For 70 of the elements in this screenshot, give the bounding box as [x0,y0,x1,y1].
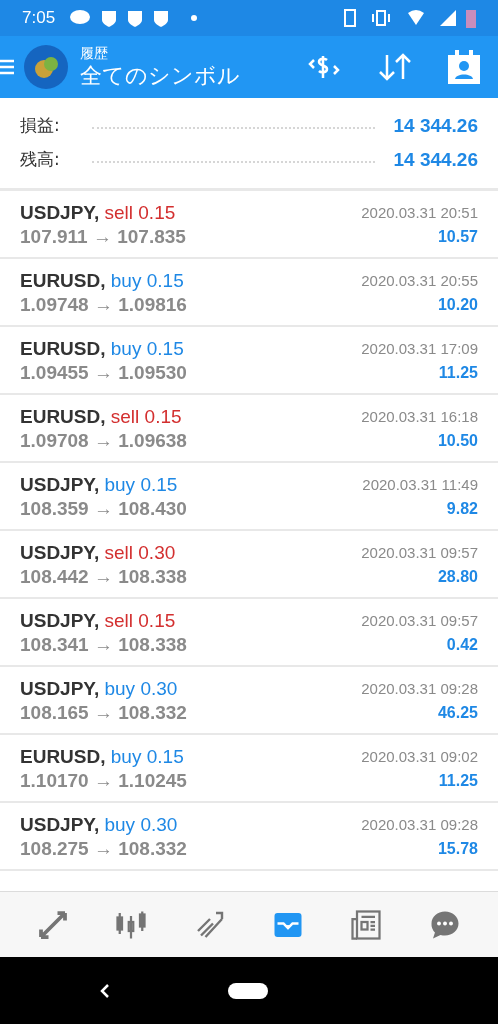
trade-profit: 0.42 [446,635,478,655]
dot-icon [191,15,198,21]
trade-time: 2020.03.31 09:28 [361,679,478,699]
trade-title: USDJPY, buy 0.30 [20,677,179,701]
price-range: 1.10170 → 1.10245 [20,769,187,793]
trade-profit: 10.57 [437,227,478,247]
trade-profit: 9.82 [446,499,478,519]
notification-icon [153,9,170,27]
header-subtitle: 履歴 [80,44,109,62]
trade-profit: 11.25 [438,363,478,383]
price-range: 108.359 → 108.430 [20,497,187,521]
trade-row[interactable]: USDJPY, sell 0.15 107.911 → 107.835 2020.03.31 20:51 10.57 [0,191,498,259]
header-title: 全てのシンボル [80,62,240,90]
trade-row[interactable]: USDJPY, sell 0.30 108.442 → 108.338 2020.03.31 09:57 28.80 [0,531,498,599]
trade-title: EURUSD, sell 0.15 [20,405,183,429]
trade-time: 2020.03.31 09:57 [361,611,478,631]
trade-title: EURUSD, buy 0.15 [20,745,185,769]
trade-profit: 28.80 [437,567,478,587]
trade-title: USDJPY, sell 0.30 [20,541,177,565]
trade-time: 2020.03.31 09:28 [361,815,478,835]
back-icon[interactable] [100,982,110,999]
clock-text: 7:05 [22,7,56,30]
app-logo-icon [24,45,68,89]
trade-row[interactable]: USDJPY, buy 0.15 108.359 → 108.430 2020.03.31 11:49 9.82 [0,463,498,531]
trade-profit: 11.25 [438,771,478,791]
signal-icon [440,10,456,26]
vibrate-icon [370,10,392,26]
summary-label: 損益: [20,114,61,138]
trade-profit: 10.20 [437,295,478,315]
battery-icon [466,8,476,28]
price-range: 108.275 → 108.332 [20,837,187,861]
trade-time: 2020.03.31 09:57 [361,543,478,563]
trade-title: USDJPY, buy 0.15 [20,473,179,497]
trade-row[interactable]: EURUSD, buy 0.15 1.10170 → 1.10245 2020.03.31 09:02 11.25 [0,735,498,803]
calendar-person-icon[interactable] [448,50,480,84]
trade-row[interactable]: EURUSD, buy 0.15 1.09455 → 1.09530 2020.03.31 17:09 11.25 [0,327,498,395]
price-range: 1.09748 → 1.09816 [20,293,187,317]
trade-title: EURUSD, buy 0.15 [20,337,185,361]
notification-icon [127,9,144,27]
trade-time: 2020.03.31 20:51 [361,203,478,223]
trade-profit: 46.25 [437,703,478,723]
summary-value: 14 344.26 [393,147,478,172]
trade-row[interactable]: EURUSD, buy 0.15 1.09748 → 1.09816 2020.03.31 20:55 10.20 [0,259,498,327]
trade-row[interactable]: USDJPY, buy 0.30 108.275 → 108.332 2020.03.31 09:28 15.78 [0,803,498,871]
trade-time: 2020.03.31 17:09 [361,339,478,359]
menu-icon[interactable] [0,57,14,77]
trade-title: USDJPY, buy 0.30 [20,813,179,837]
trade-time: 2020.03.31 11:49 [362,475,478,495]
summary-label: 残高: [20,148,61,172]
notification-icon [101,9,118,27]
trade-row[interactable]: EURUSD, sell 0.15 1.09708 → 1.09638 2020.03.31 16:18 10.50 [0,395,498,463]
trade-title: USDJPY, sell 0.15 [20,201,177,225]
sort-icon[interactable] [378,52,412,82]
trade-time: 2020.03.31 16:18 [361,407,478,427]
trade-profit: 15.78 [437,839,478,859]
trade-time: 2020.03.31 20:55 [361,271,478,291]
trade-title: USDJPY, sell 0.15 [20,609,177,633]
trade-time: 2020.03.31 09:02 [361,747,478,767]
price-range: 107.911 → 107.835 [20,225,186,249]
trade-profit: 10.50 [437,431,478,451]
trade-title: EURUSD, buy 0.15 [20,269,185,293]
trade-row[interactable]: USDJPY, buy 0.30 108.165 → 108.332 2020.03.31 09:28 46.25 [0,667,498,735]
price-range: 1.09455 → 1.09530 [20,361,187,385]
trade-row[interactable]: USDJPY, sell 0.15 108.341 → 108.338 2020.03.31 09:57 0.42 [0,599,498,667]
home-pill[interactable] [228,982,268,999]
price-range: 1.09708 → 1.09638 [20,429,187,453]
summary-value: 14 344.26 [393,113,478,138]
price-range: 108.442 → 108.338 [20,565,187,589]
price-range: 108.165 → 108.332 [20,701,187,725]
price-range: 108.341 → 108.338 [20,633,187,657]
